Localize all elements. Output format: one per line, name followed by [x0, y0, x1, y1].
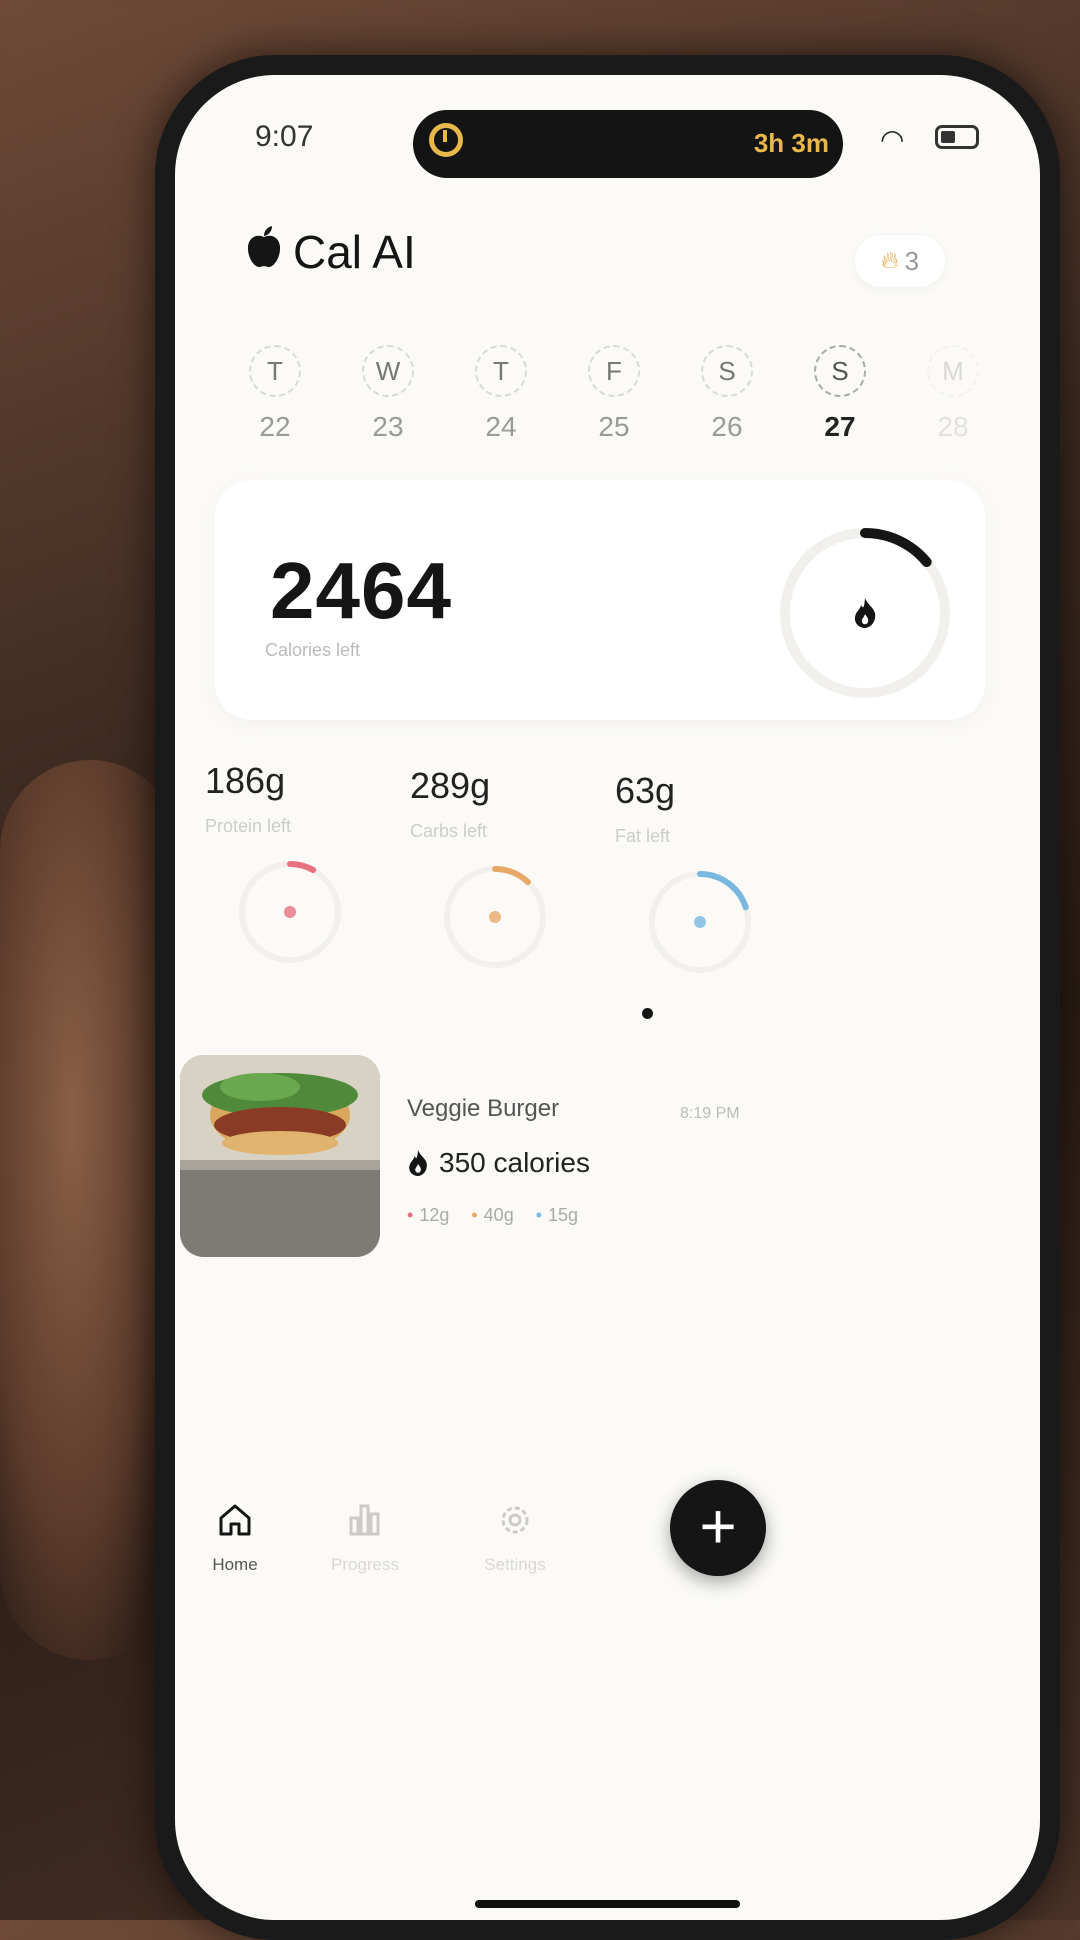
- day-26[interactable]: S 26: [687, 345, 767, 443]
- fat-progress-ring: [649, 871, 751, 973]
- meal-photo: [180, 1055, 380, 1257]
- carbs-macro[interactable]: 289g Carbs left: [410, 765, 630, 842]
- wifi-icon: ◠: [880, 124, 905, 155]
- home-icon: [219, 1504, 251, 1536]
- oil-drop-icon: [694, 916, 706, 928]
- carbs-left-value: 289g: [410, 765, 491, 806]
- day-22[interactable]: T 22: [235, 345, 315, 443]
- day-number: 24: [485, 411, 517, 442]
- nav-progress-label: Progress: [330, 1555, 400, 1574]
- day-number: 26: [711, 411, 743, 442]
- bar-chart-icon: [349, 1504, 380, 1536]
- day-24[interactable]: T 24: [461, 345, 541, 443]
- meal-fat: 15g: [548, 1205, 579, 1225]
- nav-settings[interactable]: Settings: [455, 1500, 575, 1575]
- meal-protein: 12g: [419, 1205, 450, 1225]
- carbs-left-label: Carbs left: [410, 821, 488, 841]
- wheat-icon: •: [471, 1205, 478, 1225]
- flame-icon: [854, 598, 876, 628]
- day-letter: T: [475, 345, 527, 397]
- background-hand: [0, 760, 180, 1660]
- nav-home-label: Home: [212, 1555, 258, 1574]
- add-meal-button[interactable]: +: [670, 1480, 766, 1576]
- apple-logo-icon: [247, 226, 281, 268]
- nav-home[interactable]: Home: [175, 1500, 295, 1575]
- meal-macros: • 12g • 40g • 15g: [407, 1205, 578, 1226]
- home-indicator[interactable]: [475, 1900, 740, 1908]
- day-28[interactable]: M 28: [913, 345, 993, 443]
- fat-macro[interactable]: 63g Fat left: [615, 770, 835, 847]
- meal-name: Veggie Burger: [407, 1095, 560, 1122]
- carbs-progress-ring: [444, 866, 546, 968]
- day-23[interactable]: W 23: [348, 345, 428, 443]
- meal-card[interactable]: Veggie Burger 8:19 PM 350 calories • 12g …: [175, 1055, 1040, 1275]
- protein-macro[interactable]: 186g Protein left: [205, 760, 425, 837]
- day-number: 27: [824, 411, 856, 442]
- timer-icon: [429, 123, 463, 157]
- flame-icon: [409, 1150, 427, 1176]
- battery-icon: [935, 125, 979, 149]
- gear-icon: [501, 1506, 529, 1534]
- meal-carbs: 40g: [483, 1205, 514, 1225]
- nav-settings-label: Settings: [484, 1555, 546, 1574]
- oil-drop-icon: •: [535, 1205, 543, 1225]
- streak-badge[interactable]: 🔥︎ 3: [855, 235, 945, 287]
- day-25[interactable]: F 25: [574, 345, 654, 443]
- nav-progress[interactable]: Progress: [305, 1500, 425, 1575]
- fat-left-value: 63g: [615, 770, 676, 811]
- app-title: Cal AI: [293, 226, 416, 278]
- day-letter: W: [362, 345, 414, 397]
- page-indicator-dot[interactable]: [642, 1008, 653, 1019]
- day-letter: S: [701, 345, 753, 397]
- app-screen: 9:07 3h 3m ◠ Cal AI 🔥︎ 3 T 22 W 23 T 24 F 25 S 26…: [175, 75, 1040, 1920]
- day-letter: T: [249, 345, 301, 397]
- protein-left-label: Protein left: [205, 816, 292, 836]
- day-number: 23: [372, 411, 404, 442]
- day-letter: S: [814, 345, 866, 397]
- meal-calories-text: 350 calories: [439, 1147, 590, 1178]
- day-27[interactable]: S 27: [800, 345, 880, 443]
- dynamic-island[interactable]: 3h 3m: [413, 110, 843, 178]
- protein-left-value: 186g: [205, 760, 286, 801]
- fat-left-label: Fat left: [615, 826, 671, 846]
- drumstick-icon: [284, 906, 296, 918]
- meal-calories: 350 calories: [407, 1147, 590, 1179]
- calories-card[interactable]: 2464 Calories left: [215, 480, 985, 720]
- calories-left-value: 2464: [270, 546, 452, 635]
- island-timer: 3h 3m: [753, 128, 829, 158]
- calories-left-label: Calories left: [265, 640, 361, 660]
- protein-progress-ring: [239, 861, 341, 963]
- day-number: 28: [937, 411, 969, 442]
- flame-icon: 🔥︎: [880, 247, 899, 274]
- week-strip: T 22 W 23 T 24 F 25 S 26 S 27 M 28: [235, 345, 1015, 455]
- streak-count: 3: [904, 245, 920, 276]
- day-letter: M: [927, 345, 979, 397]
- drumstick-icon: •: [407, 1205, 414, 1225]
- day-letter: F: [588, 345, 640, 397]
- day-number: 25: [598, 411, 630, 442]
- wheat-icon: [489, 911, 501, 923]
- calories-progress-ring: [780, 528, 950, 698]
- status-time: 9:07: [255, 120, 314, 153]
- meal-time: 8:19 PM: [680, 1105, 740, 1122]
- day-number: 22: [259, 411, 291, 442]
